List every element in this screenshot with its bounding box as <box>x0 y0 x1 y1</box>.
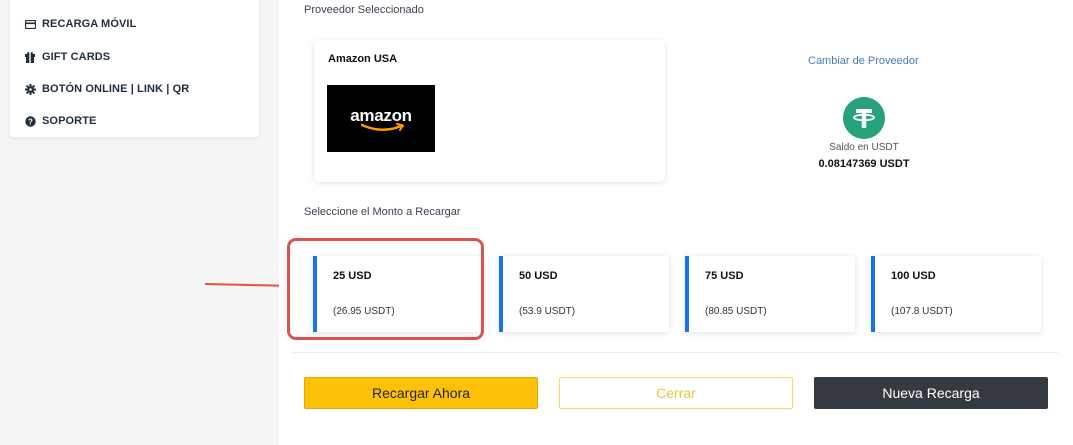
amount-usd: 75 USD <box>705 270 744 282</box>
selection-highlight <box>287 238 484 340</box>
svg-text:?: ? <box>28 117 33 126</box>
provider-card: Amazon USA amazon <box>314 40 665 182</box>
amount-option-75[interactable]: 75 USD (80.85 USDT) <box>685 256 855 332</box>
balance-value: 0.08147369 USDT <box>818 158 910 170</box>
sidebar-item-soporte[interactable]: ? SOPORTE <box>24 111 97 131</box>
gear-icon <box>24 83 36 95</box>
divider <box>293 352 1058 353</box>
change-provider-link[interactable]: Cambiar de Proveedor <box>808 55 919 67</box>
amazon-logo-text: amazon <box>350 106 412 125</box>
nueva-recarga-button[interactable]: Nueva Recarga <box>814 377 1048 409</box>
balance-label: Saldo en USDT <box>829 142 899 153</box>
sidebar-item-label: SOPORTE <box>42 115 97 127</box>
amazon-logo: amazon <box>327 85 435 152</box>
amount-usdt: (53.9 USDT) <box>519 306 576 317</box>
tether-icon <box>843 97 885 139</box>
sidebar-item-label: BOTÓN ONLINE | LINK | QR <box>42 83 190 95</box>
amount-option-100[interactable]: 100 USD (107.8 USDT) <box>871 256 1041 332</box>
amount-usd: 50 USD <box>519 270 558 282</box>
provider-section-label: Proveedor Seleccionado <box>304 4 424 16</box>
amount-usdt: (107.8 USDT) <box>891 306 953 317</box>
sidebar-item-boton-online[interactable]: BOTÓN ONLINE | LINK | QR <box>24 79 189 99</box>
gift-icon <box>24 51 36 63</box>
cerrar-button[interactable]: Cerrar <box>559 377 793 409</box>
amount-option-50[interactable]: 50 USD (53.9 USDT) <box>499 256 669 332</box>
sidebar-item-gift-cards[interactable]: GIFT CARDS <box>24 47 110 67</box>
recargar-ahora-button[interactable]: Recargar Ahora <box>304 377 538 409</box>
provider-name: Amazon USA <box>328 53 398 65</box>
sidebar-item-recarga-movil[interactable]: RECARGA MÓVIL <box>24 14 136 34</box>
credit-card-icon <box>24 18 36 30</box>
amount-usd: 100 USD <box>891 270 936 282</box>
sidebar: RECARGA MÓVIL GIFT CARDS BOTÓN ONLINE | … <box>10 0 259 137</box>
sidebar-item-label: GIFT CARDS <box>42 51 111 63</box>
amount-usdt: (80.85 USDT) <box>705 306 767 317</box>
amazon-smile-icon <box>360 123 404 131</box>
recharge-panel: Proveedor Seleccionado Amazon USA amazon… <box>279 0 1073 445</box>
sidebar-item-label: RECARGA MÓVIL <box>42 18 137 30</box>
amount-section-label: Seleccione el Monto a Recargar <box>304 206 461 218</box>
question-circle-icon: ? <box>24 115 36 127</box>
